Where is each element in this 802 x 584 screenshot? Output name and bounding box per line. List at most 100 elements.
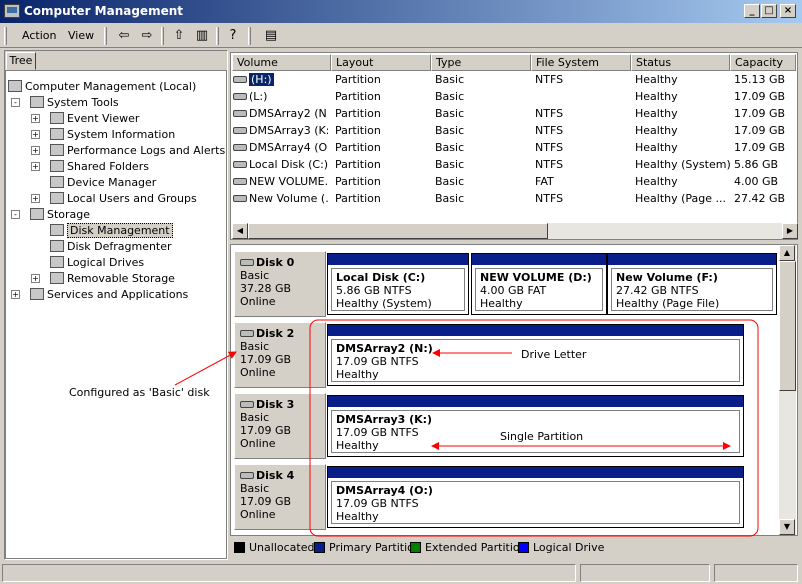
table-cell: NTFS <box>535 73 564 86</box>
status-panel <box>714 564 798 582</box>
tree-item[interactable]: Computer Management (Local) <box>8 79 196 95</box>
tree-view: Computer Management (Local) - System Tools… <box>5 70 227 559</box>
disk-label[interactable]: Disk 4 Basic 17.09 GB Online <box>234 464 326 530</box>
up-folder-icon[interactable]: ⇧ <box>170 27 188 44</box>
tree-item[interactable]: Disk Defragmenter <box>50 239 172 255</box>
expand-icon[interactable]: + <box>31 130 40 139</box>
minimize-button[interactable]: _ <box>744 4 760 18</box>
table-row[interactable]: DMSArray2 (N:) Partition Basic NTFS Healthy 1… <box>231 105 797 122</box>
column-header[interactable]: Layout <box>331 54 431 71</box>
partition-block[interactable]: NEW VOLUME (D:) 4.00 GB FAT Healthy <box>471 253 607 315</box>
expand-icon[interactable]: + <box>11 290 20 299</box>
vertical-scrollbar[interactable]: ▲ ▼ <box>779 245 796 535</box>
forward-arrow-icon[interactable]: ⇨ <box>138 27 156 44</box>
disk-name: Disk 0 <box>256 256 295 269</box>
tree-item-label: Disk Defragmenter <box>67 240 172 253</box>
table-row[interactable]: New Volume (... Partition Basic NTFS Healthy… <box>231 190 797 207</box>
expand-icon[interactable]: + <box>31 274 40 283</box>
scroll-thumb[interactable] <box>248 223 548 239</box>
scroll-thumb[interactable] <box>779 261 796 391</box>
tree-item[interactable]: Removable Storage <box>50 271 175 287</box>
collapse-icon[interactable]: - <box>11 210 20 219</box>
tree-node-icon <box>50 176 64 188</box>
table-cell: Basic <box>435 141 465 154</box>
disk-status: Online <box>240 366 276 379</box>
column-header[interactable]: Volume <box>232 54 331 71</box>
back-arrow-icon[interactable]: ⇦ <box>115 27 133 44</box>
legend-item: Primary Partition <box>314 539 421 557</box>
column-header[interactable]: Status <box>631 54 730 71</box>
volume-name: DMSArray2 (N:) <box>249 107 328 120</box>
tree-item[interactable]: Disk Management <box>50 223 173 239</box>
tree-item[interactable]: Event Viewer <box>50 111 139 127</box>
column-header[interactable]: Type <box>431 54 531 71</box>
tree-item[interactable]: Performance Logs and Alerts <box>50 143 225 159</box>
tree-item[interactable]: Logical Drives <box>50 255 144 271</box>
disk-icon <box>240 329 254 337</box>
close-button[interactable]: × <box>780 4 796 18</box>
volume-list: Volume Layout Type File System Status Capacit… <box>230 52 798 240</box>
expand-icon[interactable]: + <box>31 114 40 123</box>
scroll-up-button[interactable]: ▲ <box>779 245 795 261</box>
table-row[interactable]: DMSArray4 (O:) Partition Basic NTFS Healthy 1… <box>231 139 797 156</box>
single-partition-annotation: Single Partition <box>500 430 584 443</box>
disk-icon <box>240 258 254 266</box>
partition-size: 5.86 GB NTFS <box>336 284 412 297</box>
computer-management-icon[interactable] <box>4 4 20 18</box>
partition-block[interactable]: New Volume (F:) 27.42 GB NTFS Healthy (Pag… <box>607 253 777 315</box>
partition-status: Healthy (System) <box>336 297 432 310</box>
collapse-icon[interactable]: - <box>11 98 20 107</box>
column-header[interactable]: File System <box>531 54 631 71</box>
toolbar-grip[interactable] <box>4 27 7 45</box>
disk-name: Disk 4 <box>256 469 295 482</box>
help-icon[interactable]: ? <box>224 27 242 44</box>
tree-node-icon <box>30 96 44 108</box>
tree-item-label: Shared Folders <box>67 160 149 173</box>
partition-block[interactable]: DMSArray3 (K:) 17.09 GB NTFS Healthy <box>327 395 744 457</box>
legend: Unallocated Primary Partition Extended Par… <box>230 538 798 558</box>
disk-type: Basic <box>240 482 270 495</box>
partition-block[interactable]: DMSArray4 (O:) 17.09 GB NTFS Healthy <box>327 466 744 528</box>
tree-node-icon <box>50 224 64 236</box>
drive-icon <box>233 92 247 100</box>
table-row[interactable]: NEW VOLUME... Partition Basic FAT Healthy 4.0… <box>231 173 797 190</box>
partition-info: DMSArray4 (O:) 17.09 GB NTFS Healthy <box>331 481 740 524</box>
table-row[interactable]: Local Disk (C:) Partition Basic NTFS Healthy… <box>231 156 797 173</box>
scroll-left-button[interactable]: ◀ <box>232 223 248 239</box>
disk-label[interactable]: Disk 2 Basic 17.09 GB Online <box>234 322 326 388</box>
table-cell: Healthy <box>635 90 678 103</box>
partition-info: Local Disk (C:) 5.86 GB NTFS Healthy (Syst… <box>331 268 465 311</box>
partition-block[interactable]: Local Disk (C:) 5.86 GB NTFS Healthy (Syst… <box>327 253 469 315</box>
action-menu[interactable]: Action <box>22 29 56 42</box>
disk-label[interactable]: Disk 3 Basic 17.09 GB Online <box>234 393 326 459</box>
tree-item[interactable]: System Tools <box>30 95 119 111</box>
table-cell: 17.09 GB <box>734 107 786 120</box>
table-row[interactable]: DMSArray3 (K:) Partition Basic NTFS Healthy 1… <box>231 122 797 139</box>
tab-tree[interactable]: Tree <box>6 52 36 70</box>
scroll-down-button[interactable]: ▼ <box>779 519 795 535</box>
disk-type: Basic <box>240 340 270 353</box>
toolbar-separator <box>248 27 251 45</box>
maximize-button[interactable]: □ <box>761 4 777 18</box>
tree-item[interactable]: Storage <box>30 207 90 223</box>
tree-item[interactable]: Device Manager <box>50 175 156 191</box>
table-cell: Partition <box>335 158 381 171</box>
properties-icon[interactable]: ▤ <box>262 27 280 44</box>
tree-item[interactable]: Local Users and Groups <box>50 191 197 207</box>
table-cell: NEW VOLUME... <box>233 173 328 190</box>
disk-label[interactable]: Disk 0 Basic 37.28 GB Online <box>234 251 326 317</box>
expand-icon[interactable]: + <box>31 162 40 171</box>
show-hide-tree-icon[interactable]: ▥ <box>193 27 211 44</box>
scroll-right-button[interactable]: ▶ <box>782 223 798 239</box>
tree-item[interactable]: Shared Folders <box>50 159 149 175</box>
view-menu[interactable]: View <box>68 29 94 42</box>
expand-icon[interactable]: + <box>31 146 40 155</box>
table-row[interactable]: (H:) Partition Basic NTFS Healthy 15.13 GB <box>231 71 797 88</box>
tree-item[interactable]: System Information <box>50 127 175 143</box>
table-cell: NTFS <box>535 124 564 137</box>
column-header[interactable]: Capacity <box>730 54 796 71</box>
table-row[interactable]: (L:) Partition Basic Healthy 17.09 GB <box>231 88 797 105</box>
horizontal-scrollbar[interactable]: ◀ ▶ <box>232 223 798 239</box>
expand-icon[interactable]: + <box>31 194 40 203</box>
tree-item[interactable]: Services and Applications <box>30 287 188 303</box>
